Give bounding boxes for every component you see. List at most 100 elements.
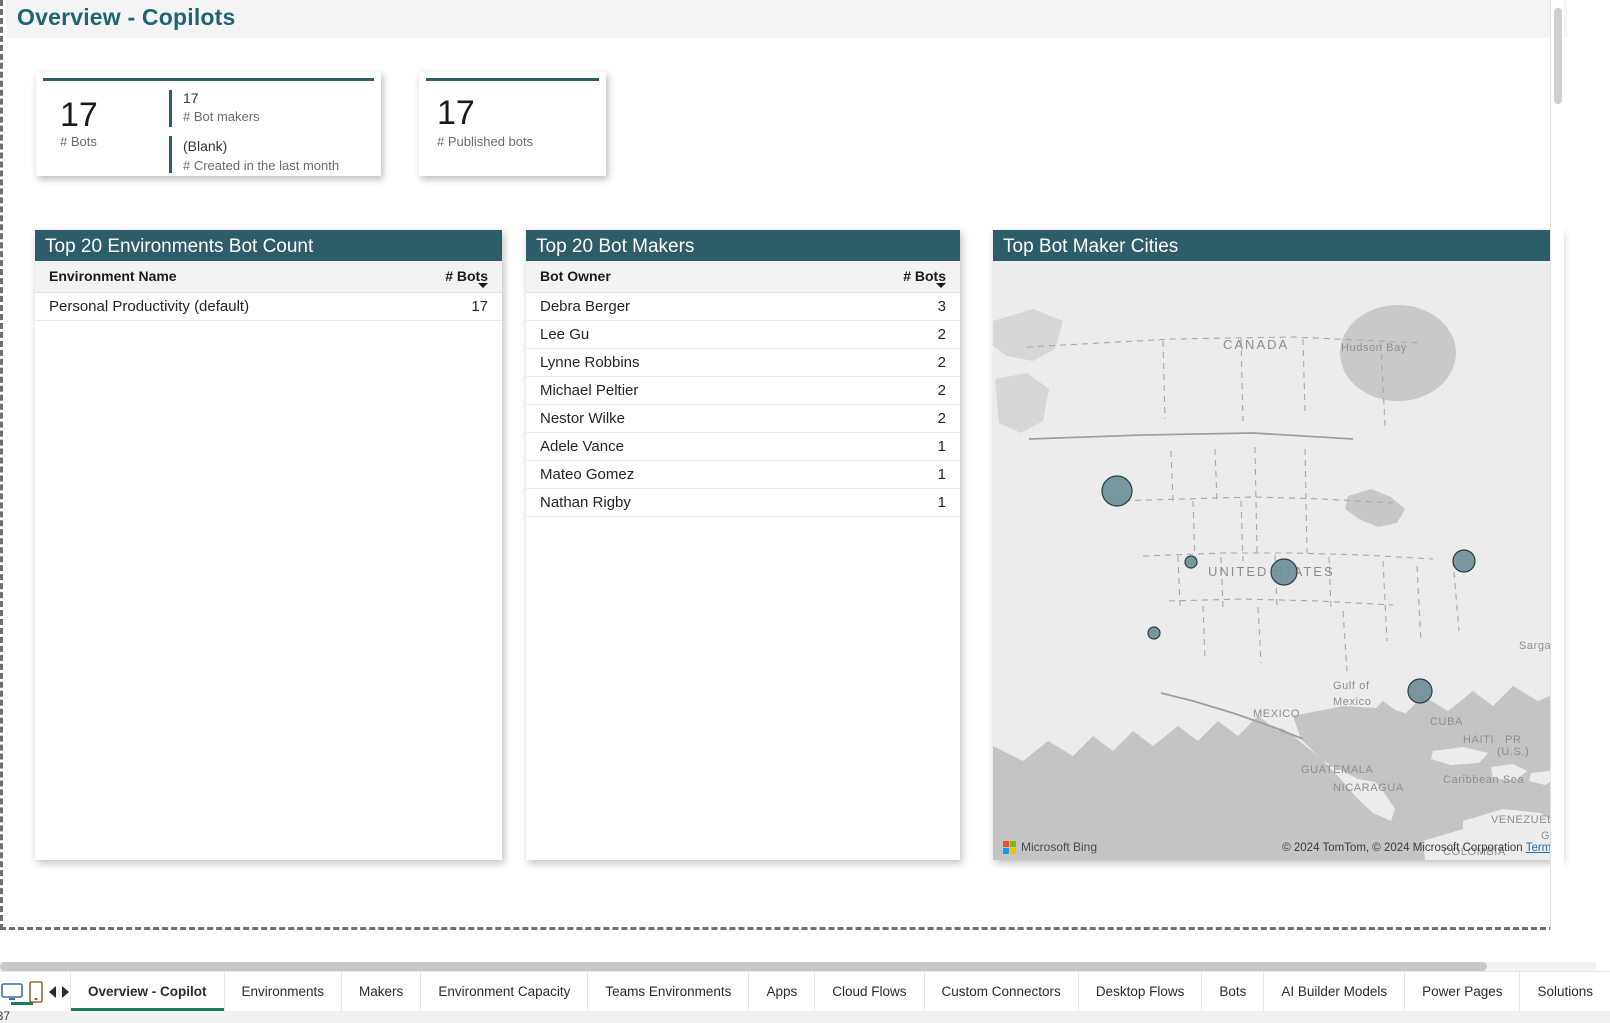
cell-bot-owner: Debra Berger: [526, 292, 855, 321]
tab-apps[interactable]: Apps: [748, 972, 814, 1011]
table-row[interactable]: Personal Productivity (default) 17: [35, 292, 502, 321]
table-header-row: Bot Owner # Bots: [526, 261, 960, 293]
tab-environments[interactable]: Environments: [223, 972, 342, 1011]
canvas-vertical-scrollbar[interactable]: [1550, 0, 1564, 930]
tab-power-pages[interactable]: Power Pages: [1404, 972, 1519, 1011]
table-row[interactable]: Lee Gu 2: [526, 320, 960, 349]
seattle-bubble: [1101, 475, 1133, 507]
label-haiti: HAITI: [1463, 734, 1494, 746]
visual-title: Top Bot Maker Cities: [993, 230, 1561, 261]
kpi-bots-label: # Bots: [60, 134, 97, 149]
cell-bot-owner: Lee Gu: [526, 320, 855, 349]
label-hudson-bay: Hudson Bay: [1341, 342, 1407, 354]
label-cuba: CUBA: [1430, 716, 1463, 728]
report-canvas: Overview - Copilots 17 # Bots 17 # Bot m…: [0, 0, 1567, 930]
bot-makers-rows: Debra Berger 3 Lee Gu 2 Lynne Robbins 2 …: [526, 292, 960, 517]
label-gulf-of: Gulf of: [1333, 680, 1370, 692]
table-row[interactable]: Debra Berger 3: [526, 292, 960, 321]
label-pr-us: (U.S.): [1497, 746, 1529, 758]
cell-bots: 2: [855, 320, 960, 349]
canvas-vertical-scroll-thumb[interactable]: [1554, 8, 1562, 104]
cell-bot-owner: Adele Vance: [526, 432, 855, 461]
san-diego-bubble: [1147, 626, 1161, 640]
label-mexico: MEXICO: [1253, 708, 1300, 720]
kpi-created-last-month-label: # Created in the last month: [183, 158, 340, 173]
report-root: Overview - Copilots 17 # Bots 17 # Bot m…: [0, 0, 1610, 1023]
tab-custom-connectors[interactable]: Custom Connectors: [923, 972, 1078, 1011]
sort-descending-icon: [936, 283, 946, 288]
col-environment-name[interactable]: Environment Name: [35, 261, 392, 293]
tab-label: Overview - Copilot: [87, 984, 207, 999]
kpi-accent-bar: [426, 78, 599, 81]
bing-basemap: CANADA UNITED STATES MEXICO Hudson Bay G…: [993, 261, 1561, 860]
page-title-band: [6, 0, 1567, 38]
table-row[interactable]: Mateo Gomez 1: [526, 460, 960, 489]
tab-environment-capacity[interactable]: Environment Capacity: [420, 972, 587, 1011]
tab-label: Power Pages: [1422, 984, 1503, 999]
microsoft-logo-icon: [1003, 840, 1016, 854]
tab-teams-environments[interactable]: Teams Environments: [587, 972, 748, 1011]
col-bots[interactable]: # Bots: [392, 261, 502, 293]
tab-label: Custom Connectors: [941, 984, 1061, 999]
florida-bubble: [1407, 678, 1433, 704]
table-row[interactable]: Nathan Rigby 1: [526, 488, 960, 517]
tab-solutions[interactable]: Solutions: [1519, 972, 1610, 1011]
col-bot-owner[interactable]: Bot Owner: [526, 261, 855, 293]
status-text: f 37: [0, 1011, 11, 1023]
label-nicaragua: NICARAGUA: [1333, 782, 1404, 794]
kpi-bot-makers-label: # Bot makers: [183, 109, 260, 124]
sort-descending-icon: [478, 283, 488, 288]
cell-bots: 1: [855, 432, 960, 461]
table-row[interactable]: Lynne Robbins 2: [526, 348, 960, 377]
tab-label: Teams Environments: [605, 984, 732, 999]
kpi-card-published-bots[interactable]: 17 # Published bots: [419, 72, 606, 176]
kpi-bot-makers-value: 17: [183, 90, 199, 106]
cell-bots: 17: [392, 292, 502, 321]
table-row[interactable]: Michael Peltier 2: [526, 376, 960, 405]
tab-label: Solutions: [1537, 984, 1594, 999]
tab-ai-builder-models[interactable]: AI Builder Models: [1263, 972, 1404, 1011]
tab-label: Bots: [1219, 984, 1247, 999]
bing-attribution[interactable]: Microsoft Bing: [1003, 840, 1097, 854]
kpi-divider-bar-1: [169, 90, 172, 127]
tabbar-horizontal-scroll-thumb[interactable]: [0, 962, 1487, 971]
tab-label: Makers: [359, 984, 404, 999]
tab-cloud-flows[interactable]: Cloud Flows: [814, 972, 923, 1011]
bot-makers-visual[interactable]: Top 20 Bot Makers Bot Owner # Bots Debra…: [526, 230, 960, 860]
bot-makers-table[interactable]: Bot Owner # Bots Debra Berger 3 Lee Gu 2…: [526, 261, 960, 517]
cell-bot-owner: Lynne Robbins: [526, 348, 855, 377]
top-bot-maker-cities-visual[interactable]: Top Bot Maker Cities CANADA UNITED STATE…: [993, 230, 1561, 860]
cell-bot-owner: Nathan Rigby: [526, 488, 855, 517]
label-canada: CANADA: [1223, 337, 1289, 352]
table-row[interactable]: Nestor Wilke 2: [526, 404, 960, 433]
environments-bot-count-visual[interactable]: Top 20 Environments Bot Count Environmen…: [35, 230, 502, 860]
mobile-view-button[interactable]: [24, 972, 48, 1011]
tab-bots[interactable]: Bots: [1201, 972, 1263, 1011]
salt-lake-city-bubble: [1184, 555, 1198, 569]
cell-bot-owner: Mateo Gomez: [526, 460, 855, 489]
map-canvas[interactable]: CANADA UNITED STATES MEXICO Hudson Bay G…: [993, 261, 1561, 860]
map-attribution-row: © 2024 TomTom, © 2024 Microsoft Corporat…: [1282, 842, 1557, 854]
environments-table[interactable]: Environment Name # Bots Personal Product…: [35, 261, 502, 321]
col-bots[interactable]: # Bots: [855, 261, 960, 293]
desktop-view-button[interactable]: [0, 972, 33, 1011]
label-guatemala: GUATEMALA: [1301, 764, 1373, 776]
next-page-button[interactable]: [59, 972, 70, 1011]
kpi-published-label: # Published bots: [437, 134, 534, 149]
cell-bots: 3: [855, 292, 960, 321]
cell-bots: 2: [855, 404, 960, 433]
tab-desktop-flows[interactable]: Desktop Flows: [1077, 972, 1202, 1011]
visual-title: Top 20 Bot Makers: [526, 230, 960, 261]
table-row[interactable]: Adele Vance 1: [526, 432, 960, 461]
table-header-row: Environment Name # Bots: [35, 261, 502, 293]
kansas-bubble: [1270, 558, 1298, 586]
kpi-card-bots[interactable]: 17 # Bots 17 # Bot makers (Blank) # Crea…: [36, 72, 381, 176]
status-bar: f 37: [0, 1011, 1610, 1023]
previous-page-button[interactable]: [48, 972, 59, 1011]
east-coast-bubble: [1452, 549, 1476, 573]
tab-makers[interactable]: Makers: [341, 972, 420, 1011]
cell-bot-owner: Michael Peltier: [526, 376, 855, 405]
tab-overview-copilot[interactable]: Overview - Copilot: [69, 972, 224, 1011]
tab-label: Environment Capacity: [438, 984, 571, 999]
kpi-divider-bar-2: [169, 136, 172, 173]
